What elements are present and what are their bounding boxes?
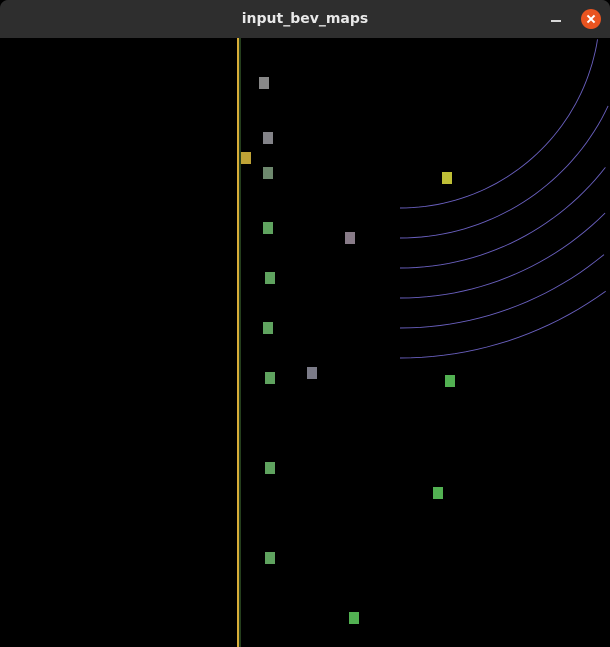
bev-map-canvas xyxy=(0,38,610,647)
object-cluster xyxy=(307,367,317,379)
object-cluster xyxy=(263,167,273,179)
object-cluster xyxy=(263,322,273,334)
object-cluster xyxy=(265,462,275,474)
window-title: input_bev_maps xyxy=(241,11,369,27)
object-cluster xyxy=(265,372,275,384)
close-button[interactable] xyxy=(581,9,601,29)
minimize-icon xyxy=(551,20,561,22)
object-cluster xyxy=(442,172,452,184)
object-cluster xyxy=(265,552,275,564)
bev-point-cloud xyxy=(0,38,610,647)
object-cluster xyxy=(259,77,269,89)
object-cluster xyxy=(433,487,443,499)
minimize-button[interactable] xyxy=(546,9,566,29)
app-window: input_bev_maps xyxy=(0,0,610,647)
object-cluster xyxy=(265,272,275,284)
object-cluster xyxy=(345,232,355,244)
object-cluster xyxy=(349,612,359,624)
object-cluster xyxy=(263,132,273,144)
object-cluster xyxy=(263,222,273,234)
title-bar[interactable]: input_bev_maps xyxy=(0,0,610,39)
object-cluster xyxy=(445,375,455,387)
object-cluster xyxy=(241,152,251,164)
